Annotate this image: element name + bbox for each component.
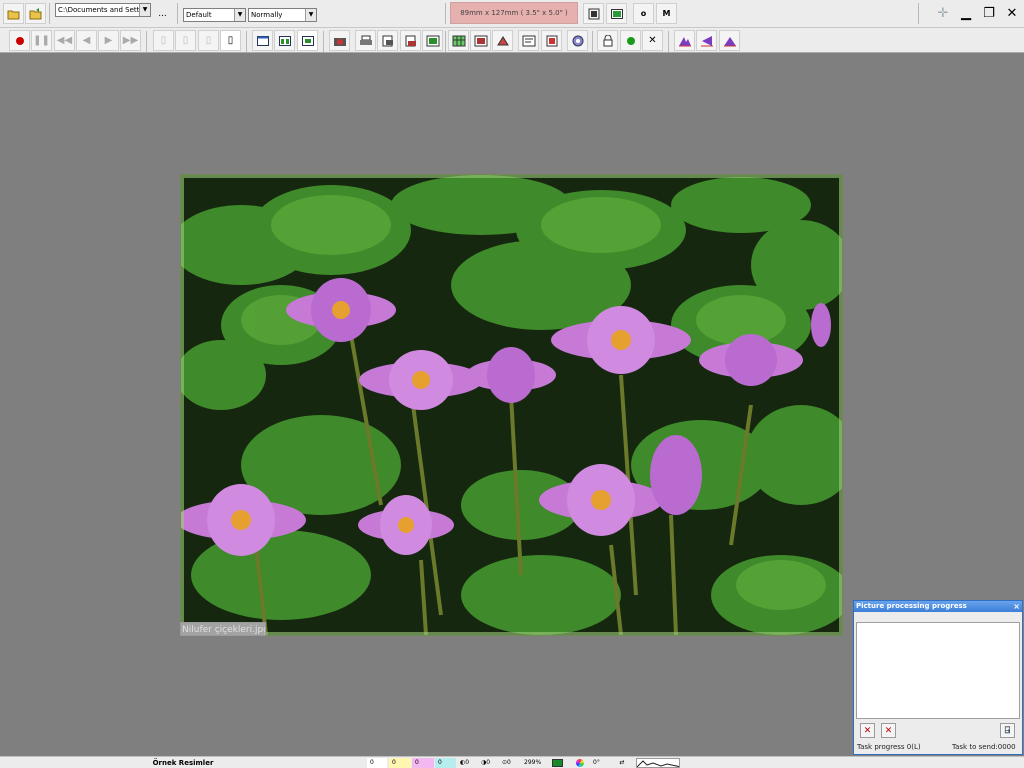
calendar-icon[interactable] [541, 30, 562, 51]
chevron-down-icon: ▼ [305, 9, 316, 21]
histogram-preview [636, 758, 680, 768]
panel-close-icon[interactable]: × [1013, 601, 1020, 612]
path-combo[interactable]: C:\Documents and Settings ▼ [55, 3, 151, 17]
saturation-status: ⊙0 [502, 759, 511, 766]
top-toolbar: C:\Documents and Settings ▼ ... Default … [0, 0, 1024, 28]
page-icon[interactable]: ▯ [220, 30, 241, 51]
page-icon[interactable]: ▯ [198, 30, 219, 51]
contrast-status: ◑0 [481, 759, 491, 766]
brightness-status: ◐0 [460, 759, 470, 766]
fast-forward-icon[interactable]: ▶▶ [120, 30, 141, 51]
save-folder-icon[interactable] [25, 3, 46, 24]
layout-fit-icon[interactable] [297, 30, 318, 51]
status-value-d: 0 [435, 758, 456, 768]
status-bar: Örnek Resimler 0 0 0 0 ◐0 ◑0 ⊙0 299% 0° … [0, 756, 1024, 768]
levels-icon[interactable] [696, 30, 717, 51]
minimize-icon[interactable]: ▁ [955, 2, 977, 24]
open-folder-icon[interactable] [3, 3, 24, 24]
export-icon[interactable] [422, 30, 443, 51]
action-toolbar: ❚❚ ◀◀ ◀ ▶ ▶▶ ▯ ▯ ▯ ▯ ✕ [0, 28, 1024, 53]
processing-progress-panel: Picture processing progress × ✕ ✕ ⍈ Task… [853, 600, 1023, 755]
camera-icon[interactable] [329, 30, 350, 51]
task-to-send-label: Task to send:0000 [952, 743, 1016, 751]
layout-split-icon[interactable] [274, 30, 295, 51]
task-progress-label: Task progress 0(L) [857, 743, 921, 751]
close-icon[interactable]: ✕ [1001, 2, 1023, 24]
folder-status: Örnek Resimler [152, 759, 214, 767]
color-wheel-icon [571, 758, 589, 768]
cancel-all-icon[interactable]: ✕ [881, 723, 896, 738]
text-icon[interactable] [518, 30, 539, 51]
profile-combo[interactable]: Default ▼ [183, 8, 246, 22]
rotation-status: 0° [593, 759, 600, 766]
page-icon[interactable]: ▯ [153, 30, 174, 51]
print-size-display[interactable]: 89mm x 127mm ( 3.5" x 5.0" ) [450, 2, 578, 24]
fit-screen-icon[interactable] [583, 3, 604, 24]
status-value-b: 0 [389, 758, 411, 768]
panel-title: Picture processing progress [856, 602, 967, 610]
grid-icon[interactable] [448, 30, 469, 51]
mode-combo-value: Normally [251, 11, 283, 19]
page-icon[interactable]: ▯ [175, 30, 196, 51]
image-filename-label: Nilufer çiçekleri.jpg [180, 622, 266, 636]
restore-icon[interactable]: ❐ [978, 2, 1000, 24]
histogram-icon[interactable] [674, 30, 695, 51]
record-icon[interactable] [9, 30, 30, 51]
settings-icon[interactable] [567, 30, 588, 51]
print-setup-icon[interactable] [400, 30, 421, 51]
lock-icon[interactable] [597, 30, 618, 51]
curves-icon[interactable] [719, 30, 740, 51]
profile-combo-value: Default [186, 11, 212, 19]
frame-icon[interactable] [470, 30, 491, 51]
effects-icon[interactable] [492, 30, 513, 51]
task-list-area[interactable] [856, 622, 1020, 719]
layout-single-icon[interactable] [252, 30, 273, 51]
browse-button[interactable]: ... [152, 3, 173, 24]
status-value-c: 0 [412, 758, 434, 768]
chevron-down-icon: ▼ [139, 4, 150, 16]
prev-icon[interactable]: ◀ [76, 30, 97, 51]
rewind-icon[interactable]: ◀◀ [54, 30, 75, 51]
photo-preview[interactable] [181, 175, 842, 635]
green-dot-icon[interactable] [620, 30, 641, 51]
panel-title-bar: Picture processing progress × [854, 601, 1022, 612]
printer-icon[interactable] [355, 30, 376, 51]
m-button[interactable]: M [656, 3, 677, 24]
full-screen-icon[interactable] [606, 3, 627, 24]
zoom-status: 299% [524, 759, 542, 766]
status-value-a: 0 [367, 758, 387, 768]
orientation-icon: ⇄ [619, 759, 625, 766]
o-button[interactable]: o [633, 3, 654, 24]
monitor-icon [548, 758, 566, 768]
cancel-task-icon[interactable]: ✕ [860, 723, 875, 738]
print-preview-icon[interactable] [377, 30, 398, 51]
mode-combo[interactable]: Normally ▼ [248, 8, 317, 22]
path-combo-value: C:\Documents and Settings [58, 6, 151, 14]
pause-icon[interactable]: ❚❚ [31, 30, 52, 51]
exit-icon[interactable]: ⍈ [1000, 723, 1015, 738]
move-icon[interactable]: ✛ [932, 2, 954, 24]
play-icon[interactable]: ▶ [98, 30, 119, 51]
close-icon[interactable]: ✕ [642, 30, 663, 51]
chevron-down-icon: ▼ [234, 9, 245, 21]
